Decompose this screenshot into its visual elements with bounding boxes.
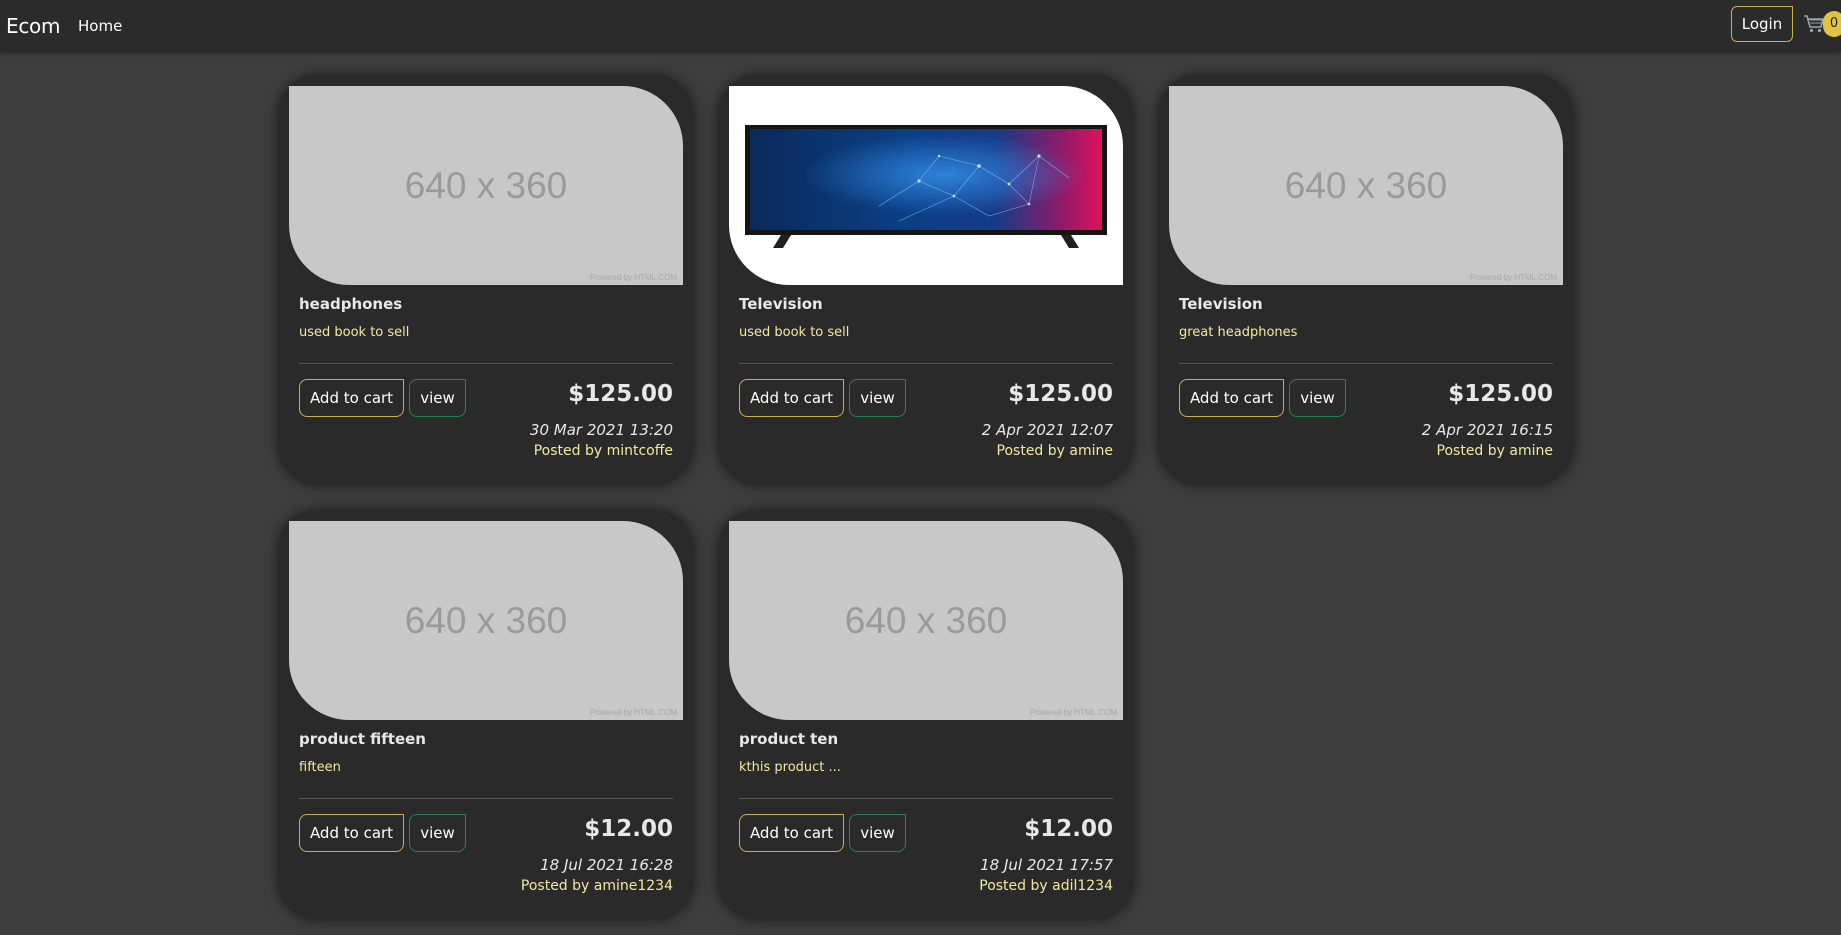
product-date: 18 Jul 2021 16:28 <box>540 856 673 874</box>
cart-count-badge: 0 <box>1823 11 1841 37</box>
product-date: 30 Mar 2021 13:20 <box>529 421 673 439</box>
product-title: product ten <box>739 730 839 748</box>
image-placeholder-label: 640 x 360 <box>1284 164 1448 206</box>
product-price: $125.00 <box>1448 381 1553 407</box>
product-image: 640 x 360 Powered by HTML.COM <box>289 86 683 285</box>
card-divider <box>299 363 673 364</box>
product-image <box>729 86 1123 285</box>
cart-icon[interactable] <box>1803 14 1825 34</box>
product-title: headphones <box>299 295 403 313</box>
product-description: used book to sell <box>299 325 410 340</box>
product-image: 640 x 360 Powered by HTML.COM <box>289 521 683 720</box>
nav-home-link[interactable]: Home <box>78 17 122 35</box>
image-credit: Powered by HTML.COM <box>1469 273 1557 282</box>
posted-by: Posted by amine <box>996 443 1113 459</box>
navbar: Ecom Home Login 0 <box>0 0 1841 52</box>
image-placeholder-label: 640 x 360 <box>404 164 568 206</box>
brand-logo[interactable]: Ecom <box>6 14 60 38</box>
card-divider <box>299 798 673 799</box>
product-date: 18 Jul 2021 17:57 <box>980 856 1113 874</box>
product-price: $125.00 <box>1008 381 1113 407</box>
image-placeholder-label: 640 x 360 <box>404 599 568 641</box>
product-description: great headphones <box>1179 325 1298 340</box>
product-date: 2 Apr 2021 16:15 <box>1421 421 1553 439</box>
posted-by: Posted by amine1234 <box>520 878 673 894</box>
image-credit: Powered by HTML.COM <box>589 273 677 282</box>
product-description: kthis product ... <box>739 760 841 775</box>
add-to-cart-button[interactable]: Add to cart <box>1179 379 1284 417</box>
product-card: 640 x 360 Powered by HTML.COM Television… <box>1158 75 1574 485</box>
add-to-cart-button[interactable]: Add to cart <box>299 814 404 852</box>
view-button[interactable]: view <box>409 814 466 852</box>
product-description: used book to sell <box>739 325 850 340</box>
card-divider <box>739 363 1113 364</box>
add-to-cart-button[interactable]: Add to cart <box>299 379 404 417</box>
image-credit: Powered by HTML.COM <box>589 708 677 717</box>
product-price: $12.00 <box>584 816 673 842</box>
view-button[interactable]: view <box>849 814 906 852</box>
view-button[interactable]: view <box>1289 379 1346 417</box>
posted-by: Posted by adil1234 <box>979 878 1113 894</box>
product-date: 2 Apr 2021 12:07 <box>981 421 1113 439</box>
add-to-cart-button[interactable]: Add to cart <box>739 814 844 852</box>
posted-by: Posted by amine <box>1436 443 1553 459</box>
product-image: 640 x 360 Powered by HTML.COM <box>1169 86 1563 285</box>
television-image <box>745 125 1107 248</box>
product-card: 640 x 360 Powered by HTML.COM product fi… <box>278 510 694 920</box>
product-card: 640 x 360 Powered by HTML.COM headphones… <box>278 75 694 485</box>
login-button[interactable]: Login <box>1731 6 1793 42</box>
product-description: fifteen <box>299 760 341 775</box>
product-title: product fifteen <box>299 730 426 748</box>
product-price: $12.00 <box>1024 816 1113 842</box>
view-button[interactable]: view <box>849 379 906 417</box>
product-title: Television <box>1179 295 1263 313</box>
add-to-cart-button[interactable]: Add to cart <box>739 379 844 417</box>
card-divider <box>1179 363 1553 364</box>
card-divider <box>739 798 1113 799</box>
product-image: 640 x 360 Powered by HTML.COM <box>729 521 1123 720</box>
posted-by: Posted by mintcoffe <box>533 443 673 459</box>
image-placeholder-label: 640 x 360 <box>844 599 1008 641</box>
product-title: Television <box>739 295 823 313</box>
product-card: 640 x 360 Powered by HTML.COM product te… <box>718 510 1134 920</box>
product-price: $125.00 <box>568 381 673 407</box>
view-button[interactable]: view <box>409 379 466 417</box>
product-card: Television used book to sell Add to cart… <box>718 75 1134 485</box>
image-credit: Powered by HTML.COM <box>1029 708 1117 717</box>
